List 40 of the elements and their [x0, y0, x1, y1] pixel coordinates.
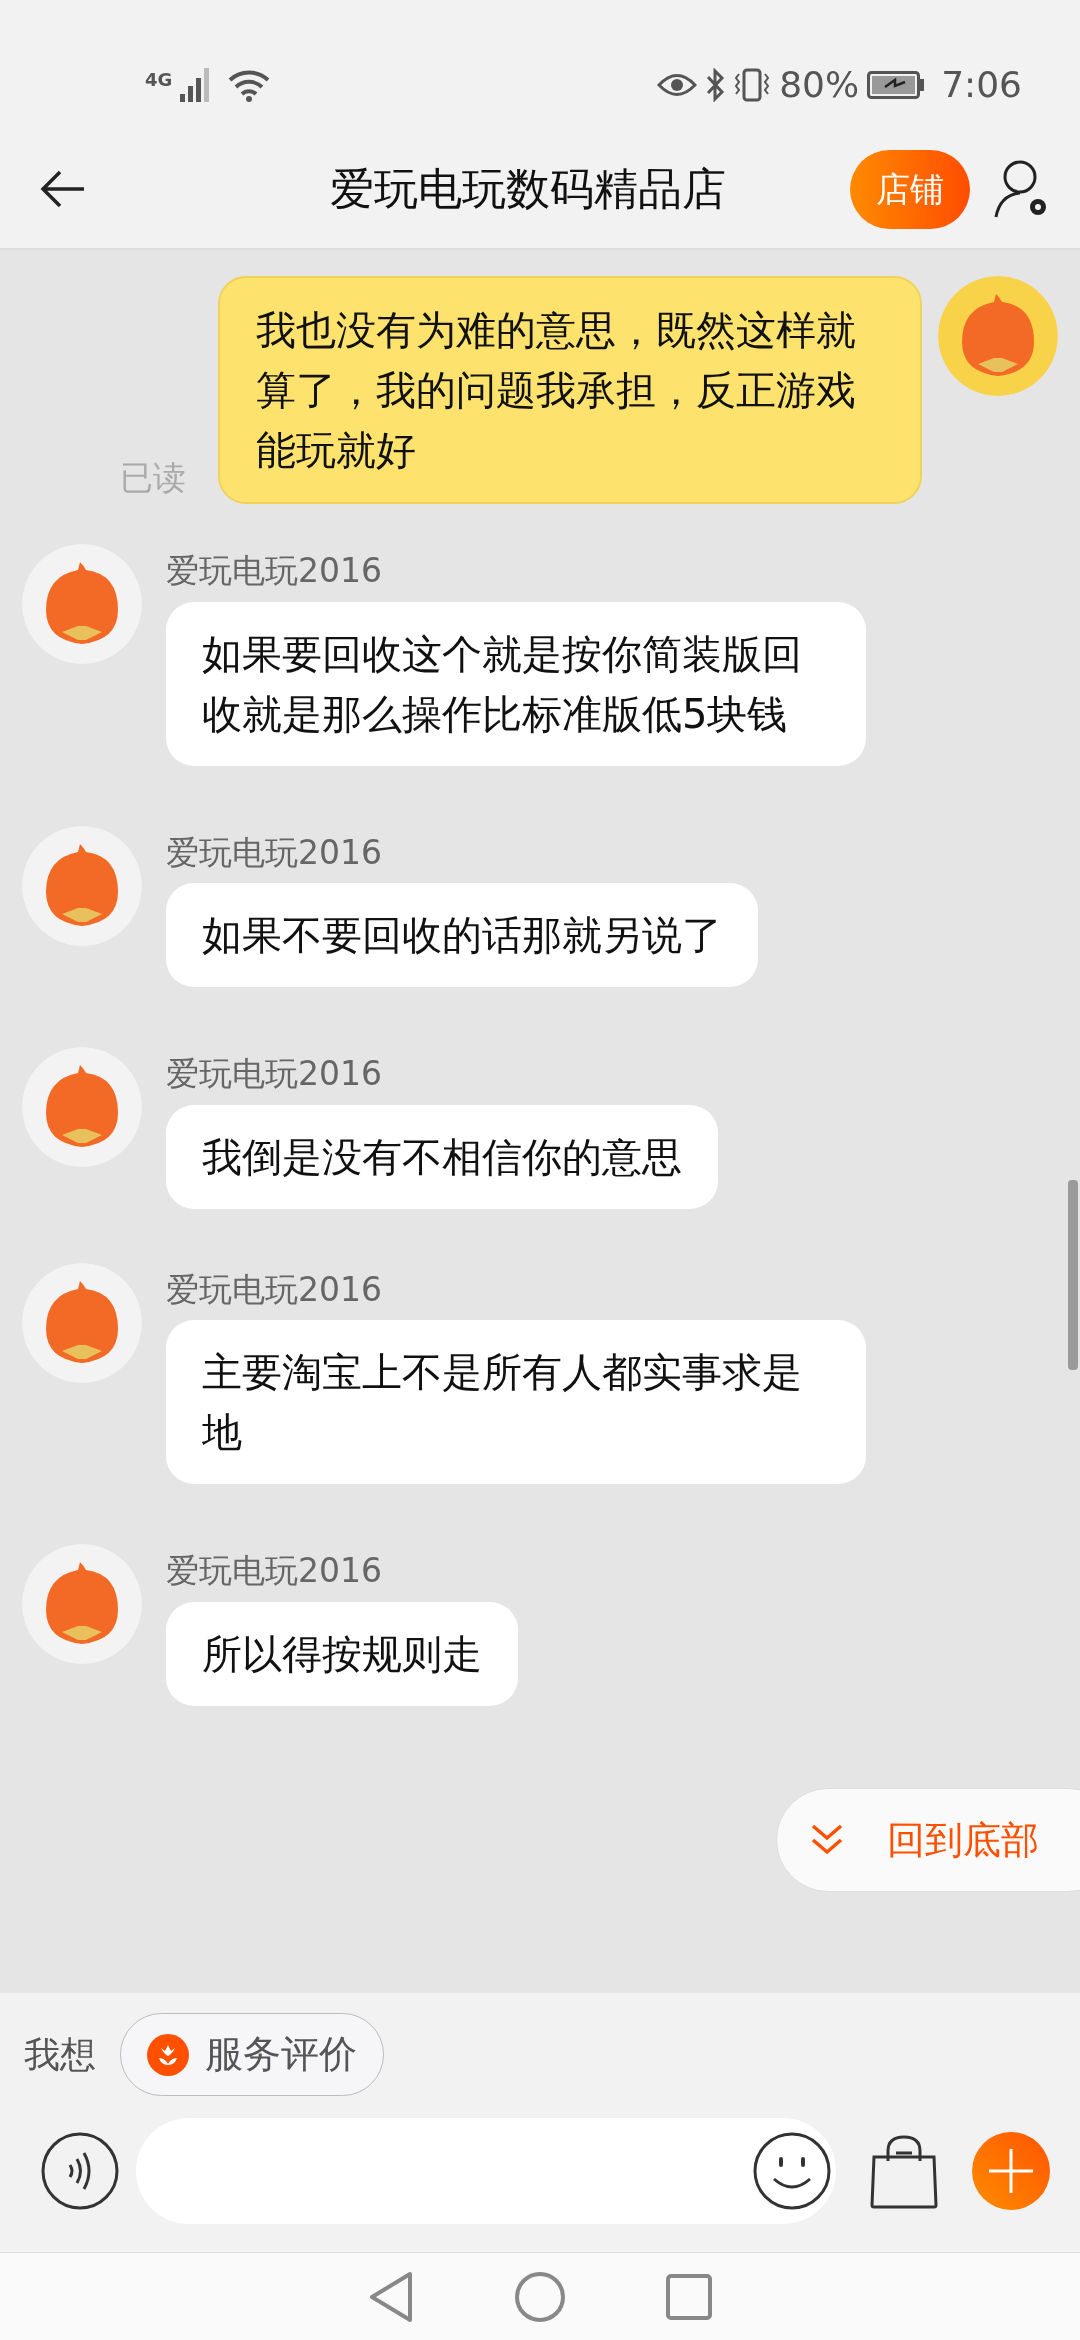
service-rating-chip[interactable]: 服务评价 [120, 2013, 384, 2096]
vibrate-icon [733, 68, 772, 102]
battery-icon [867, 71, 926, 99]
message-bubble: 所以得按规则走 [166, 1601, 518, 1706]
avatar[interactable] [938, 276, 1058, 396]
avatar[interactable] [22, 1047, 142, 1167]
avatar[interactable] [22, 544, 142, 664]
avatar[interactable] [22, 825, 142, 946]
wifi-icon [228, 68, 271, 102]
voice-icon[interactable] [40, 2131, 120, 2211]
back-nav-icon[interactable] [368, 2270, 414, 2323]
shopping-bag-icon[interactable] [868, 2133, 940, 2209]
plus-icon[interactable] [972, 2132, 1050, 2210]
shop-button[interactable]: 店铺 [850, 149, 970, 229]
avatar[interactable] [22, 1262, 142, 1383]
network-label: 4G [145, 68, 173, 92]
home-nav-icon[interactable] [514, 2270, 566, 2323]
recent-apps-icon[interactable] [666, 2273, 712, 2320]
message-bubble: 主要淘宝上不是所有人都实事求是地 [166, 1320, 866, 1484]
shop-title: 爱玩电玩数码精品店 [330, 163, 726, 214]
message-bubble: 我也没有为难的意思，既然这样就算了，我的问题我承担，反正游戏能玩就好 [218, 276, 922, 504]
emoji-icon[interactable] [752, 2131, 832, 2211]
sender-name: 爱玩电玩2016 [166, 1053, 382, 1095]
quick-prompt-label: 我想 [24, 2032, 96, 2077]
message-bubble: 我倒是没有不相信你的意思 [166, 1104, 718, 1209]
message-bubble: 如果要回收这个就是按你简装版回收就是那么操作比标准版低5块钱 [166, 601, 866, 766]
read-status: 已读 [120, 456, 186, 499]
avatar[interactable] [22, 1544, 142, 1664]
flower-icon [147, 2033, 189, 2076]
sender-name: 爱玩电玩2016 [166, 1268, 382, 1311]
back-arrow-icon[interactable] [40, 169, 86, 209]
clock-time: 7:06 [941, 63, 1022, 107]
message-bubble: 如果不要回收的话那就另说了 [166, 883, 758, 987]
sender-name: 爱玩电玩2016 [166, 550, 382, 592]
eye-icon [657, 72, 698, 98]
sender-name: 爱玩电玩2016 [166, 1550, 382, 1592]
jump-to-bottom-button[interactable]: 回到底部 [776, 1788, 1080, 1892]
battery-percent: 80% [779, 63, 860, 107]
sender-name: 爱玩电玩2016 [166, 831, 382, 874]
bluetooth-icon [705, 68, 726, 102]
